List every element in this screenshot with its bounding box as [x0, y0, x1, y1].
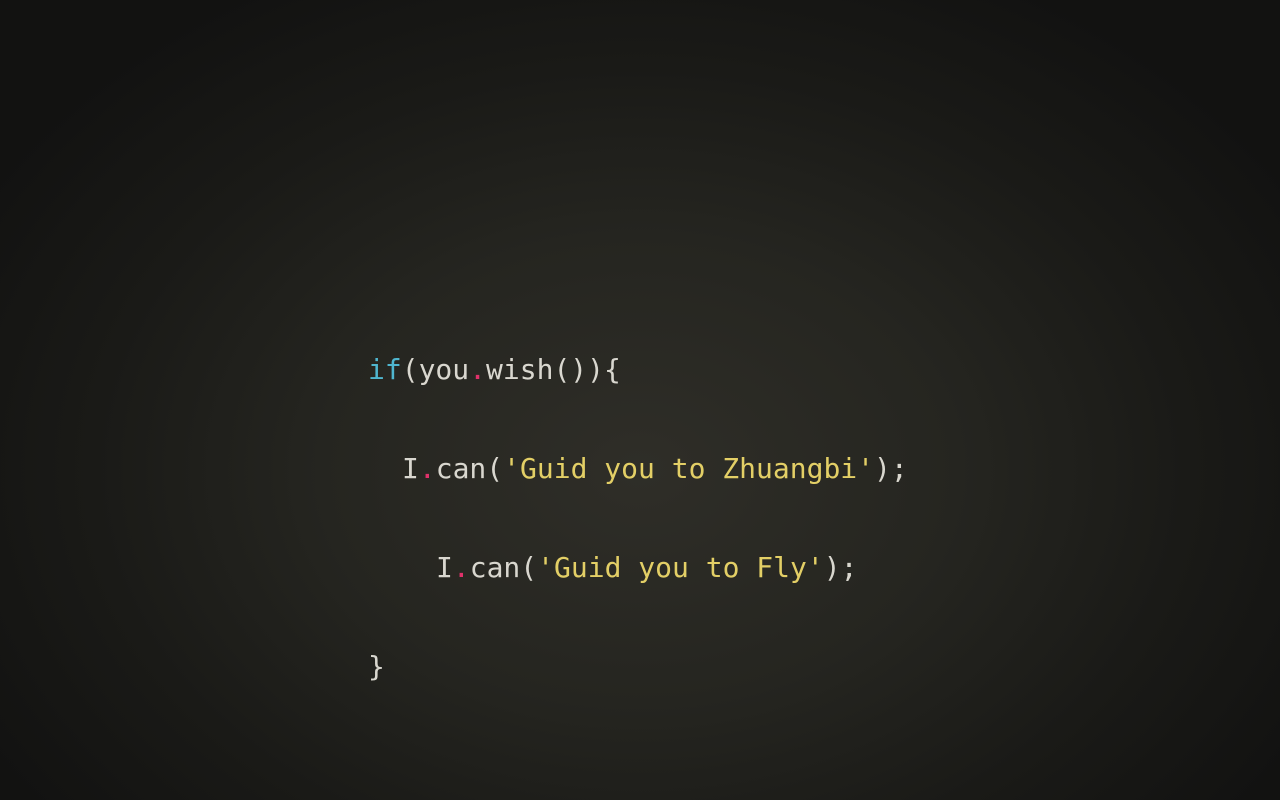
- code-line-zhuangbi: I.can('Guid you to Zhuangbi');: [368, 452, 908, 485]
- code-snippet: if(you.wish()){ I.can('Guid you to Zhuan…: [368, 287, 908, 749]
- open-paren: (: [520, 551, 538, 584]
- code-line-close: }: [368, 650, 908, 683]
- wallpaper-canvas: if(you.wish()){ I.can('Guid you to Zhuan…: [0, 0, 1280, 800]
- method-wish: wish: [486, 353, 554, 386]
- member-dot: .: [469, 353, 487, 386]
- method-can: can: [435, 452, 487, 485]
- close-paren-semicolon: );: [823, 551, 858, 584]
- open-paren: (: [401, 353, 419, 386]
- call-parens: (): [553, 353, 588, 386]
- open-paren: (: [486, 452, 504, 485]
- member-dot: .: [452, 551, 470, 584]
- code-line-if: if(you.wish()){: [368, 353, 908, 386]
- object-you: you: [418, 353, 470, 386]
- close-paren-semicolon: );: [874, 452, 908, 485]
- method-can: can: [469, 551, 521, 584]
- code-line-fly: I.can('Guid you to Fly');: [368, 551, 908, 584]
- string-fly: 'Guid you to Fly': [537, 551, 824, 584]
- string-zhuangbi: 'Guid you to Zhuangbi': [503, 452, 875, 485]
- close-paren-brace: ){: [587, 353, 621, 386]
- close-brace: }: [368, 650, 385, 683]
- object-i: I: [436, 551, 453, 584]
- keyword-if: if: [368, 353, 402, 386]
- object-i: I: [402, 452, 419, 485]
- member-dot: .: [418, 452, 436, 485]
